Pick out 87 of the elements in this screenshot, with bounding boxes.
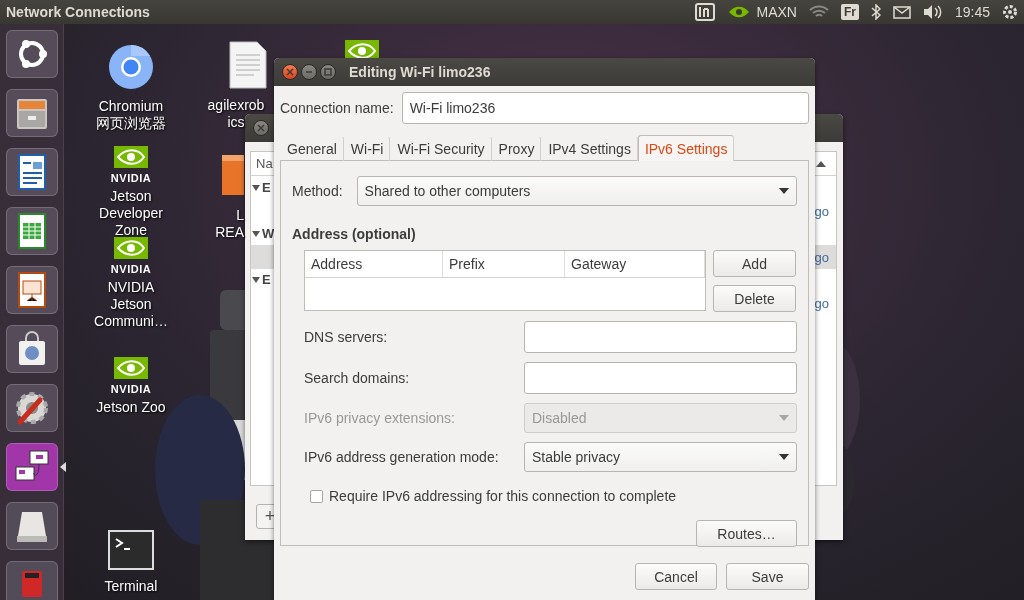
last-used: go <box>814 203 829 219</box>
group-label: W <box>262 226 275 241</box>
wifi-icon[interactable] <box>808 5 829 19</box>
routes-button[interactable]: Routes… <box>696 520 797 547</box>
launcher-item[interactable] <box>5 207 58 255</box>
close-button[interactable] <box>282 64 298 80</box>
scroll-up-icon[interactable] <box>816 161 826 167</box>
expander-icon[interactable] <box>252 230 260 237</box>
logo-wordmark: NVIDIA <box>110 383 152 395</box>
eye-logo-icon <box>114 237 148 259</box>
dialog-button[interactable]: Cancel <box>635 563 717 590</box>
column-header[interactable]: Na <box>256 156 273 171</box>
tab[interactable]: Proxy <box>491 136 542 161</box>
minimize-icon <box>305 68 313 76</box>
caret-icon <box>779 415 789 421</box>
column-header[interactable]: Gateway <box>565 251 705 277</box>
launcher-item[interactable] <box>5 89 58 137</box>
keyboard-layout[interactable]: Fr <box>840 4 859 20</box>
input-field[interactable] <box>524 321 797 353</box>
tab[interactable]: IPv4 Settings <box>541 136 638 161</box>
text-file-icon <box>229 41 267 89</box>
field-label: DNS servers: <box>304 329 389 345</box>
method-dropdown[interactable]: Shared to other computers <box>356 176 797 206</box>
field-label: IPv6 privacy extensions: <box>304 410 456 426</box>
eye-logo-icon <box>114 357 148 379</box>
tab[interactable]: General <box>280 136 344 161</box>
volume-icon[interactable] <box>922 4 943 20</box>
bluetooth-icon[interactable] <box>870 4 881 20</box>
field-label: Connection name: <box>280 100 394 116</box>
section-heading: Address (optional) <box>292 226 417 242</box>
folder-icon <box>222 155 244 195</box>
dropdown[interactable]: Stable privacy <box>524 442 797 472</box>
focus-arrow-icon <box>59 462 66 472</box>
checkbox-label: Require IPv6 addressing for this connection to complete <box>329 488 677 504</box>
caret-icon <box>779 454 789 460</box>
group-label: E <box>262 180 271 195</box>
icon-label[interactable]: NVIDIA Jetson Communi… <box>94 279 168 330</box>
eye-logo-icon <box>114 146 148 168</box>
expander-icon[interactable] <box>252 276 260 283</box>
column-header[interactable]: Prefix <box>443 251 565 277</box>
close-button[interactable] <box>253 120 269 136</box>
field-label: Method: <box>292 183 343 199</box>
checkbox[interactable] <box>310 489 323 503</box>
logo-wordmark: NVIDIA <box>110 172 152 184</box>
tab[interactable]: IPv6 Settings <box>637 135 735 161</box>
address-button[interactable]: Delete <box>713 285 796 312</box>
launcher-item[interactable] <box>5 384 58 432</box>
browser-logo-icon <box>108 44 154 90</box>
icon-label[interactable]: Chromium 网页浏览器 <box>96 98 166 132</box>
last-used: go <box>814 249 829 265</box>
icon-label[interactable]: Jetson Developer Zone <box>99 188 163 239</box>
mail-icon[interactable] <box>892 5 911 19</box>
dialog-title: Editing Wi-Fi limo236 <box>349 64 491 80</box>
launcher-item[interactable] <box>5 502 58 550</box>
icon-label[interactable]: L REA <box>215 207 244 241</box>
group-label: E <box>262 272 271 287</box>
caret-icon <box>779 188 789 194</box>
column-header[interactable]: Address <box>305 251 443 277</box>
tab[interactable]: Wi-Fi <box>343 136 391 161</box>
icon-label[interactable]: agilexrob ics <box>207 97 265 131</box>
close-icon <box>257 124 265 132</box>
launcher-item[interactable] <box>5 325 58 373</box>
launcher-item[interactable] <box>5 443 58 491</box>
terminal-icon <box>108 530 154 570</box>
expander-icon[interactable] <box>252 184 260 191</box>
tab[interactable]: Wi-Fi Security <box>390 136 492 161</box>
monitor-app-icon[interactable] <box>694 3 715 21</box>
logo-wordmark: NVIDIA <box>110 263 152 275</box>
minimize-button[interactable] <box>301 64 317 80</box>
power-gear-icon[interactable] <box>1002 4 1018 20</box>
input-field[interactable] <box>524 362 797 394</box>
address-button[interactable]: Add <box>713 250 796 277</box>
dialog-button[interactable]: Save <box>726 563 809 590</box>
power-mode[interactable]: MAXN <box>756 4 797 20</box>
launcher-item[interactable] <box>5 266 58 314</box>
window-title: Network Connections <box>6 4 151 20</box>
icon-label[interactable]: Terminal <box>104 578 158 595</box>
maximize-icon <box>324 68 332 76</box>
field-label: IPv6 address generation mode: <box>304 449 500 465</box>
maximize-button[interactable] <box>320 64 336 80</box>
clock[interactable]: 19:45 <box>954 4 990 20</box>
icon-label[interactable]: Jetson Zoo <box>96 399 166 416</box>
field-label: Search domains: <box>304 370 411 386</box>
connection-name-field[interactable]: Wi-Fi limo236 <box>401 92 809 124</box>
close-icon <box>286 68 294 76</box>
launcher-item[interactable] <box>5 148 58 196</box>
launcher-item[interactable] <box>5 30 58 78</box>
